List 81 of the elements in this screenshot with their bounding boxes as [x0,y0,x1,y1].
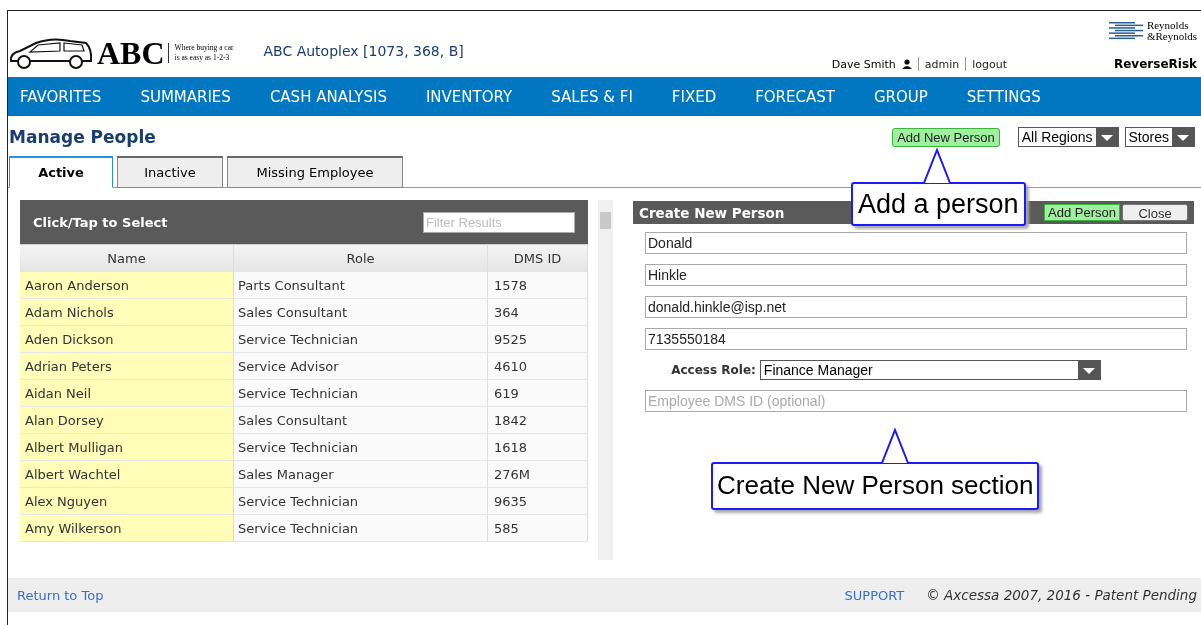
table-cell: 1578 [488,272,588,299]
table-cell[interactable]: Aaron Anderson [20,272,234,299]
tab[interactable]: Missing Employee [227,156,403,188]
nav-item[interactable]: SETTINGS [966,87,1041,106]
table-cell[interactable]: Albert Mulligan [20,434,234,461]
brand-logo-icon [1108,21,1143,40]
nav-item[interactable]: FORECAST [755,87,835,106]
header-link[interactable]: logout [972,57,1007,71]
table-cell: Service Advisor [234,353,488,380]
text-field[interactable]: donald.hinkle@isp.net [645,296,1187,318]
callout-pointer [880,428,910,464]
table-cell: 276M [488,461,588,488]
return-to-top-link[interactable]: Return to Top [17,587,104,603]
nav-item[interactable]: FAVORITES [20,87,102,106]
access-role-label: Access Role: [671,363,756,377]
table-cell[interactable]: Aidan Neil [20,380,234,407]
text-field[interactable]: 7135550184 [645,328,1187,350]
table-cell: Service Technician [234,488,488,515]
tab[interactable]: Inactive [117,156,223,188]
table-cell: Service Technician [234,434,488,461]
nav-item[interactable]: INVENTORY [425,87,513,106]
dealer-name: ABC Autoplex [1073, 368, B] [263,43,464,59]
form-title: Create New Person [639,204,785,221]
table-cell: 364 [488,299,588,326]
brand-name: &Reynolds [1146,30,1197,41]
close-button[interactable]: Close [1122,204,1188,221]
table-cell: 619 [488,380,588,407]
add-new-person-button[interactable]: Add New Person [892,127,1000,147]
header-link[interactable]: admin [924,57,960,71]
dms-id-field[interactable]: Employee DMS ID (optional) [645,390,1187,412]
regions-dropdown[interactable]: All Regions [1017,127,1119,147]
user-icon [901,59,912,69]
table-cell: Sales Consultant [234,407,488,434]
table-cell: 4610 [488,353,588,380]
dropdown-caret-icon [1077,361,1100,379]
support-link[interactable]: SUPPORT [844,587,905,603]
copyright-text: © Axcessa 2007, 2016 - Patent Pending [926,587,1197,603]
nav-item[interactable]: SALES & FI [551,87,633,106]
nav-item[interactable]: FIXED [671,87,717,106]
table-cell[interactable]: Alan Dorsey [20,407,234,434]
tab[interactable]: Active [9,156,113,188]
nav-item[interactable]: SUMMARIES [140,87,231,106]
table-cell: 1842 [488,407,588,434]
brand-name: Reynolds [1146,20,1190,31]
access-role-dropdown[interactable]: Finance Manager [759,360,1101,380]
user-name: Dave Smith [831,57,896,71]
page-title: Manage People [9,127,156,147]
table-cell: Service Technician [234,515,488,542]
callout-pointer [922,148,952,184]
table-cell[interactable]: Amy Wilkerson [20,515,234,542]
text-field[interactable]: Donald [645,232,1187,254]
table-cell: Sales Manager [234,461,488,488]
table-cell[interactable]: Adam Nichols [20,299,234,326]
table-cell[interactable]: Aden Dickson [20,326,234,353]
table-cell: Service Technician [234,326,488,353]
filter-field[interactable]: Filter Results [423,211,575,233]
column-header[interactable]: DMS ID [488,244,588,272]
table-cell: 9635 [488,488,588,515]
table-cell[interactable]: Adrian Peters [20,353,234,380]
table-cell: 1618 [488,434,588,461]
table-cell: 585 [488,515,588,542]
table-cell: 9525 [488,326,588,353]
column-header[interactable]: Name [20,244,234,272]
nav-item[interactable]: CASH ANALYSIS [269,87,387,106]
logo-text: ABC [97,37,165,69]
text-field[interactable]: Hinkle [645,264,1187,286]
add-person-button[interactable]: Add Person [1044,204,1120,221]
table-cell[interactable]: Alex Nguyen [20,488,234,515]
list-title: Click/Tap to Select [33,214,168,230]
product-name: ReverseRisk [1114,57,1197,71]
car-logo-icon [8,35,94,71]
dropdown-caret-icon [1172,128,1194,146]
table-cell: Sales Consultant [234,299,488,326]
table-cell: Parts Consultant [234,272,488,299]
table-cell[interactable]: Albert Wachtel [20,461,234,488]
stores-dropdown[interactable]: Stores [1124,127,1195,147]
column-header[interactable]: Role [234,244,488,272]
nav-item[interactable]: GROUP [873,87,928,106]
dropdown-caret-icon [1095,128,1118,146]
table-cell: Service Technician [234,380,488,407]
scrollbar[interactable] [598,200,613,560]
